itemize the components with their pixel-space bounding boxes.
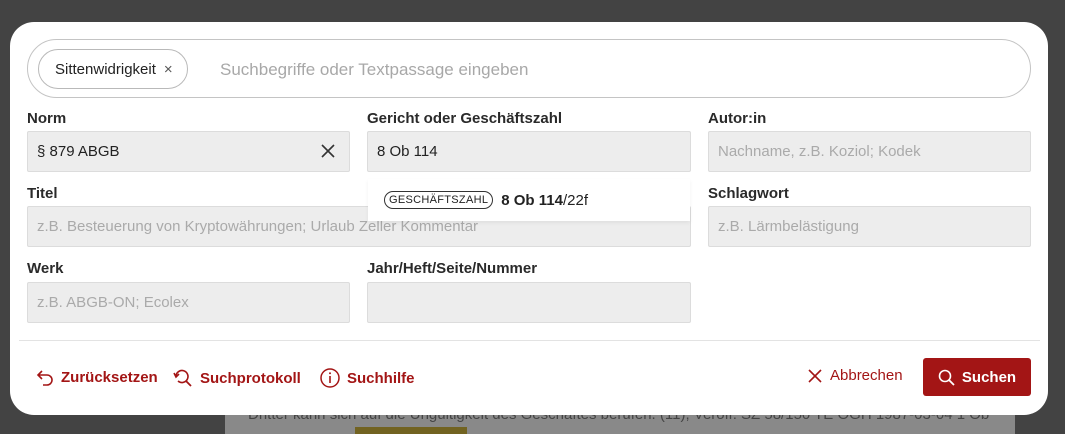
search-button[interactable]: Suchen [923, 358, 1031, 396]
chip-remove-icon[interactable]: × [164, 61, 173, 78]
reset-button[interactable]: Zurücksetzen [36, 368, 158, 386]
jahr-field[interactable] [367, 282, 691, 323]
protocol-label: Suchprotokoll [200, 369, 301, 387]
search-icon [938, 369, 955, 386]
gericht-label: Gericht oder Geschäftszahl [367, 110, 563, 127]
gericht-input[interactable] [377, 143, 659, 160]
autor-input[interactable] [718, 143, 999, 160]
close-icon [808, 368, 822, 383]
suggestion-text: 8 Ob 114/22f [501, 192, 588, 209]
schlagwort-label: Schlagwort [708, 185, 789, 202]
gericht-field[interactable] [367, 131, 691, 172]
titel-label: Titel [27, 185, 58, 202]
autor-field[interactable] [708, 131, 1031, 172]
clear-icon[interactable] [319, 142, 337, 160]
search-bar: Sittenwidrigkeit × [27, 39, 1031, 98]
werk-field[interactable] [27, 282, 350, 323]
help-button[interactable]: Suchhilfe [320, 368, 415, 388]
history-search-icon [173, 369, 192, 387]
undo-icon [36, 370, 53, 386]
autor-label: Autor:in [708, 110, 767, 127]
footer-divider [19, 340, 1040, 341]
chip-label: Sittenwidrigkeit [55, 60, 156, 78]
cancel-button[interactable]: Abbrechen [807, 367, 903, 384]
search-protocol-button[interactable]: Suchprotokoll [173, 368, 301, 388]
schlagwort-input[interactable] [718, 218, 999, 235]
reset-label: Zurücksetzen [61, 368, 158, 386]
search-term-chip[interactable]: Sittenwidrigkeit × [38, 49, 188, 89]
suggestion-match: 8 Ob 114 [501, 191, 563, 209]
search-label: Suchen [961, 368, 1017, 386]
werk-input[interactable] [37, 294, 318, 311]
cancel-label: Abbrechen [830, 367, 903, 384]
schlagwort-field[interactable] [708, 206, 1031, 247]
advanced-search-dialog: Sittenwidrigkeit × Norm Gericht oder Ges… [10, 22, 1048, 415]
jahr-label: Jahr/Heft/Seite/Nummer [367, 260, 538, 277]
norm-input[interactable] [37, 143, 318, 160]
suggestion-rest: /22f [562, 191, 588, 209]
geschaeftszahl-badge: GESCHÄFTSZAHL [384, 191, 494, 209]
norm-field[interactable] [27, 131, 350, 172]
search-input[interactable] [220, 59, 1000, 81]
help-label: Suchhilfe [347, 369, 415, 387]
werk-label: Werk [27, 260, 64, 277]
norm-label: Norm [27, 110, 67, 127]
info-icon [320, 368, 340, 388]
autocomplete-suggestion[interactable]: GESCHÄFTSZAHL 8 Ob 114/22f [368, 179, 690, 221]
jahr-input[interactable] [377, 294, 659, 311]
